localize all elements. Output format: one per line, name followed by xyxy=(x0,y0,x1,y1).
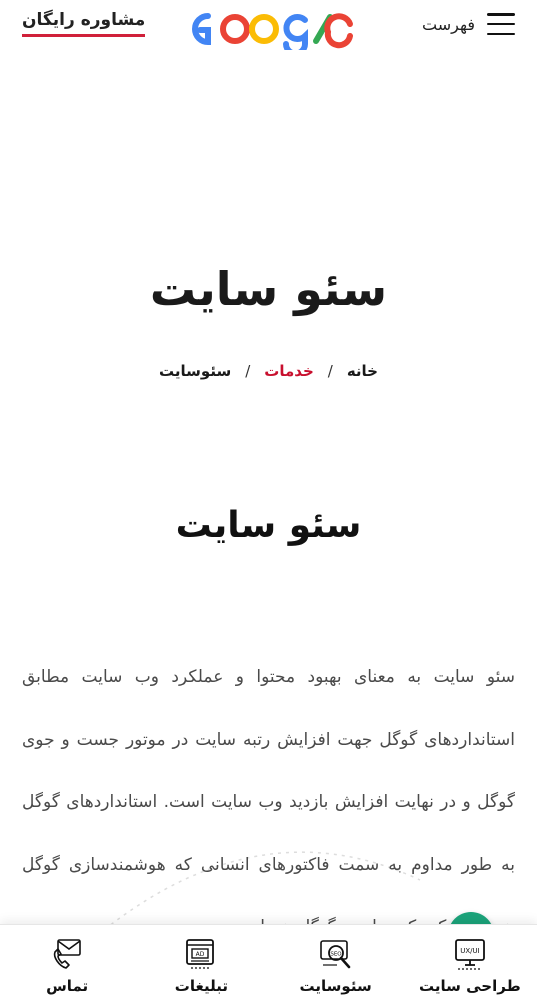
breadcrumb-separator: / xyxy=(327,362,333,380)
seo-description: سئو سایت به معنای بهبود محتوا و عملکرد و… xyxy=(22,667,515,936)
breadcrumb-services[interactable]: خدمات xyxy=(264,362,313,380)
phone-envelope-icon xyxy=(53,939,81,969)
seo-magnifier-icon: SEO xyxy=(319,940,350,969)
nav-ads[interactable]: AD تبلیغات xyxy=(134,925,268,1000)
menu-button[interactable]: فهرست xyxy=(422,12,515,36)
svg-text:UX/UI: UX/UI xyxy=(460,947,479,955)
site-logo[interactable] xyxy=(182,8,356,50)
breadcrumb-separator: / xyxy=(245,362,251,380)
nav-label: تبلیغات xyxy=(174,977,228,995)
svg-text:AD: AD xyxy=(196,951,205,958)
hamburger-icon xyxy=(487,12,515,36)
site-header: فهرست مشاوره رایگان xyxy=(0,0,537,56)
breadcrumb: خانه / خدمات / سئوسایت xyxy=(0,362,537,380)
menu-label: فهرست xyxy=(422,14,475,34)
svg-text:SEO: SEO xyxy=(330,952,342,958)
section-title: سئو سایت xyxy=(175,505,362,546)
free-consultation-link[interactable]: مشاوره رایگان xyxy=(22,10,146,37)
nav-contact[interactable]: تماس xyxy=(0,925,134,1000)
nav-seo[interactable]: SEO سئوسایت xyxy=(269,925,403,1000)
nav-label: سئوسایت xyxy=(299,977,372,995)
breadcrumb-current: سئوسایت xyxy=(159,362,232,380)
ux-ui-monitor-icon: UX/UI xyxy=(454,939,485,970)
page-title: سئو سایت xyxy=(149,262,388,316)
nav-web-design[interactable]: UX/UI طراحی سایت xyxy=(403,925,537,1000)
ads-browser-icon: AD xyxy=(186,939,215,969)
breadcrumb-home[interactable]: خانه xyxy=(347,362,378,380)
nav-label: تماس xyxy=(46,977,89,995)
bottom-nav: UX/UI طراحی سایت SEO سئوسایت AD تبلیغات xyxy=(0,924,537,1000)
nav-label: طراحی سایت xyxy=(419,977,521,995)
